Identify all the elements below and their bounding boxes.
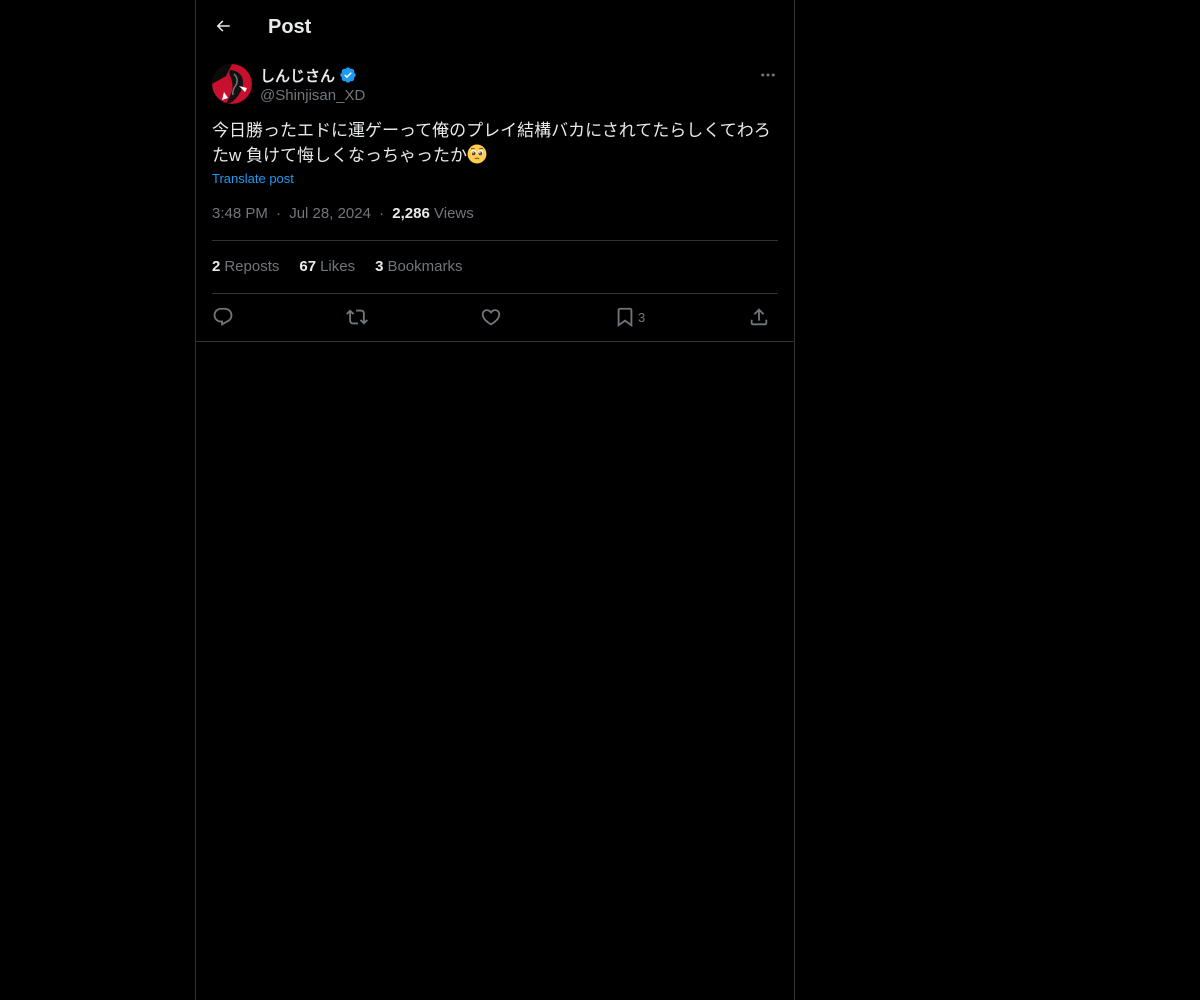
author-name-row: しんじさん xyxy=(260,64,357,86)
views-count: 2,286 xyxy=(392,205,430,222)
translate-post-link[interactable]: Translate post xyxy=(212,170,294,188)
author-handle[interactable]: @Shinjisan_XD xyxy=(260,86,365,106)
author-name[interactable]: しんじさん xyxy=(260,65,335,86)
views-label: Views xyxy=(434,205,474,222)
post-bottom-border xyxy=(196,341,794,342)
bookmarks-count: 3 xyxy=(375,258,384,275)
bookmark-action-count: 3 xyxy=(638,309,646,325)
likes-label: Likes xyxy=(320,258,356,275)
page-title: Post xyxy=(268,16,312,38)
more-options-button[interactable] xyxy=(756,65,780,85)
repost-icon xyxy=(346,309,368,325)
meta-separator: · xyxy=(276,205,282,222)
reply-icon xyxy=(213,307,233,326)
post-header: Post xyxy=(196,0,794,53)
share-icon xyxy=(750,308,768,326)
share-button[interactable] xyxy=(748,303,770,331)
pleading-face-emoji-icon xyxy=(467,144,487,164)
likes-stat[interactable]: 67 Likes xyxy=(299,257,355,277)
post-date[interactable]: Jul 28, 2024 xyxy=(289,205,371,222)
bookmark-icon xyxy=(617,307,633,328)
post-column: Post しんじさん @Shinjisan_XD 今日勝ったエドに運ゲーって俺の… xyxy=(195,0,795,1000)
divider xyxy=(212,293,778,294)
meta-separator: · xyxy=(379,205,385,222)
reposts-stat[interactable]: 2 Reposts xyxy=(212,257,279,277)
avatar[interactable] xyxy=(212,64,252,104)
post-text: 今日勝ったエドに運ゲーって俺のプレイ結構バカにされてたらしくてわろたw 負けて悔… xyxy=(212,118,778,168)
bookmarks-stat[interactable]: 3 Bookmarks xyxy=(375,257,462,277)
post-time[interactable]: 3:48 PM xyxy=(212,205,268,222)
post-meta: 3:48 PM · Jul 28, 2024 · 2,286 Views xyxy=(212,204,474,224)
reply-button[interactable] xyxy=(212,303,234,331)
likes-count: 67 xyxy=(299,258,317,275)
avatar-image xyxy=(212,64,252,104)
reposts-label: Reposts xyxy=(224,258,280,275)
more-icon xyxy=(761,73,775,77)
bookmark-button[interactable]: 3 xyxy=(614,303,645,331)
verified-badge-icon[interactable] xyxy=(339,66,357,84)
post-stats: 2 Reposts 67 Likes 3 Bookmarks xyxy=(212,257,462,277)
divider xyxy=(212,240,778,241)
repost-button[interactable] xyxy=(346,303,368,331)
heart-icon xyxy=(481,309,501,326)
reposts-count: 2 xyxy=(212,258,221,275)
post-text-content: 今日勝ったエドに運ゲーって俺のプレイ結構バカにされてたらしくてわろたw 負けて悔… xyxy=(212,121,771,165)
back-arrow-icon xyxy=(216,20,230,32)
bookmarks-label: Bookmarks xyxy=(387,258,463,275)
back-button[interactable] xyxy=(208,11,238,41)
post-actions: 3 xyxy=(212,303,778,331)
like-button[interactable] xyxy=(480,303,502,331)
